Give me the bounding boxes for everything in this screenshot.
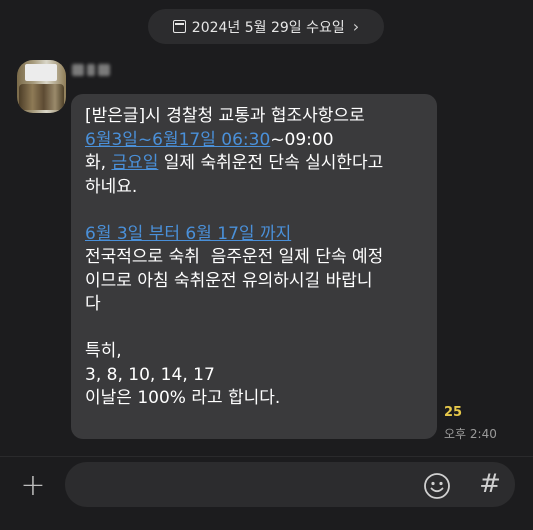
message-line: 특히,	[85, 341, 122, 361]
date-range-link[interactable]: 6월3일~6월17일 06:30	[85, 130, 270, 150]
message-text: ~09:00	[270, 129, 334, 150]
calendar-icon	[172, 20, 186, 33]
message-line: 6월 3일 부터 6월 17일 까지	[85, 223, 423, 247]
message-text: 일제 숙취운전 단속 실시한다고	[158, 153, 384, 173]
hash-button[interactable]: #	[476, 469, 504, 499]
message-line: 하네요.	[85, 176, 138, 197]
message-line: 이므로 아침 숙취운전 유의하시길 바랍니	[85, 270, 373, 291]
message-line: 이날은 100% 라고 합니다.	[85, 388, 281, 408]
input-bar: + #	[0, 456, 533, 530]
message-text: 화,	[85, 153, 112, 173]
chevron-right-icon: ›	[352, 17, 360, 36]
message-line: [받은글]시 경찰청 교통과 협조사항으로	[85, 106, 365, 126]
blurred-name-part	[98, 64, 110, 76]
sender-name-blurred	[72, 61, 118, 79]
message-line: 3, 8, 10, 14, 17	[85, 364, 215, 385]
smiley-icon[interactable]	[423, 472, 451, 500]
message-bubble[interactable]: [받은글]시 경찰청 교통과 협조사항으로 6월3일~6월17일 06:30~09…	[71, 94, 437, 439]
message-line: 화, 금요일 일제 숙취운전 단속 실시한다고	[85, 152, 423, 176]
date-label: 2024년 5월 29일 수요일	[191, 19, 345, 36]
unread-count: 25	[444, 405, 463, 420]
message-time: 오후 2:40	[444, 427, 497, 441]
plus-button[interactable]: +	[18, 471, 48, 501]
message-line: 전국적으로 숙취 음주운전 일제 단속 예정	[85, 247, 384, 267]
blurred-name-part	[72, 64, 84, 76]
friday-link[interactable]: 금요일	[111, 153, 158, 173]
message-line: 다	[85, 294, 101, 314]
date-span-link[interactable]: 6월 3일 부터 6월 17일 까지	[85, 224, 291, 244]
avatar[interactable]	[17, 60, 66, 113]
blurred-name-part	[87, 64, 95, 76]
date-header[interactable]: 2024년 5월 29일 수요일 ›	[148, 9, 384, 44]
message-line: 6월3일~6월17일 06:30~09:00	[85, 129, 423, 153]
